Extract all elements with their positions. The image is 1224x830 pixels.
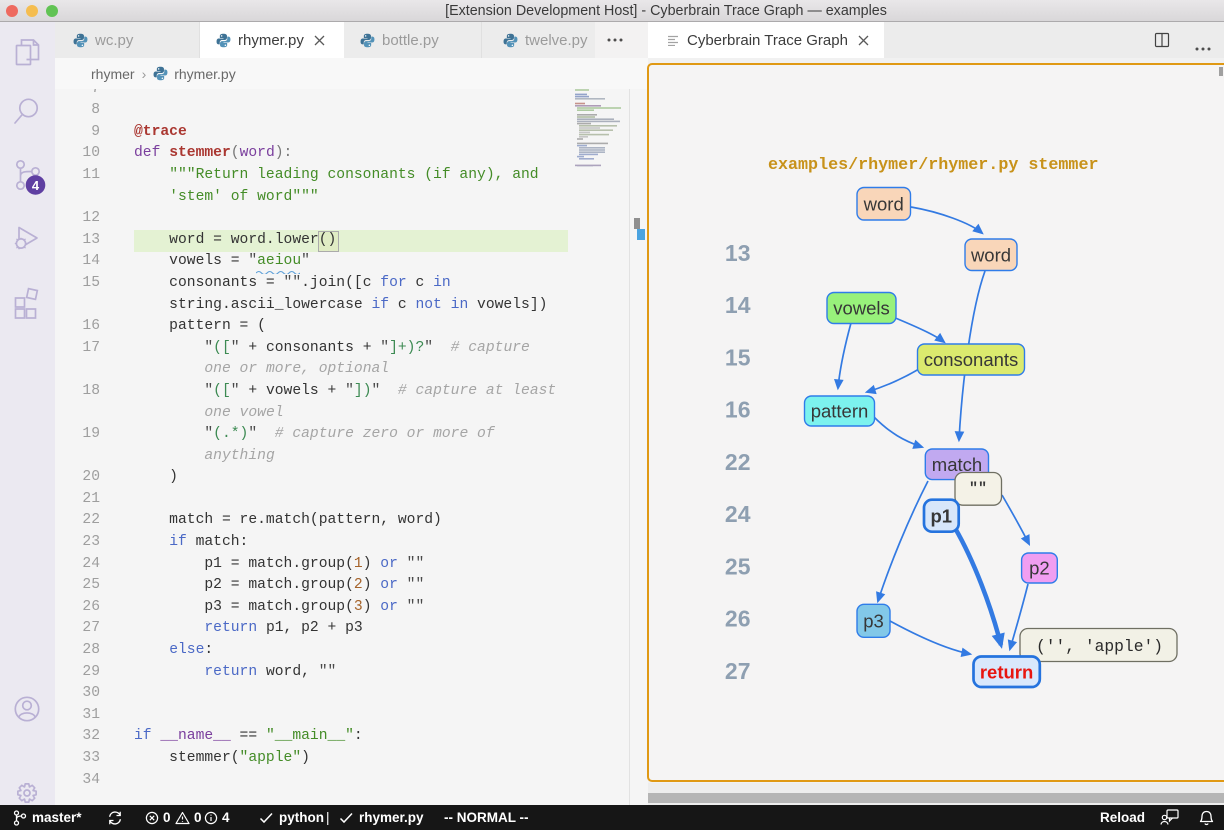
svg-text:match: match	[932, 454, 982, 475]
svg-text:15: 15	[725, 345, 751, 371]
svg-text:vowels: vowels	[833, 298, 890, 319]
svg-text:22: 22	[725, 449, 751, 475]
svg-text:consonants: consonants	[924, 349, 1019, 370]
svg-text:27: 27	[725, 658, 751, 684]
svg-text:pattern: pattern	[811, 401, 869, 422]
svg-text:examples/rhymer/rhymer.py stem: examples/rhymer/rhymer.py stemmer	[768, 156, 1098, 175]
svg-text:word: word	[863, 193, 904, 214]
svg-text:p3: p3	[863, 610, 884, 631]
svg-text:p1: p1	[931, 505, 953, 526]
svg-text:"": ""	[969, 481, 987, 498]
svg-text:('', 'apple'): ('', 'apple')	[1036, 637, 1163, 656]
svg-text:16: 16	[725, 397, 751, 423]
svg-text:return: return	[980, 661, 1033, 682]
svg-text:14: 14	[725, 292, 751, 318]
svg-text:25: 25	[725, 554, 751, 580]
svg-text:24: 24	[725, 501, 751, 527]
svg-text:4: 4	[32, 178, 40, 193]
svg-text:13: 13	[725, 240, 751, 266]
svg-text:26: 26	[725, 606, 751, 632]
svg-text:p2: p2	[1029, 558, 1050, 579]
svg-text:word: word	[970, 244, 1011, 265]
